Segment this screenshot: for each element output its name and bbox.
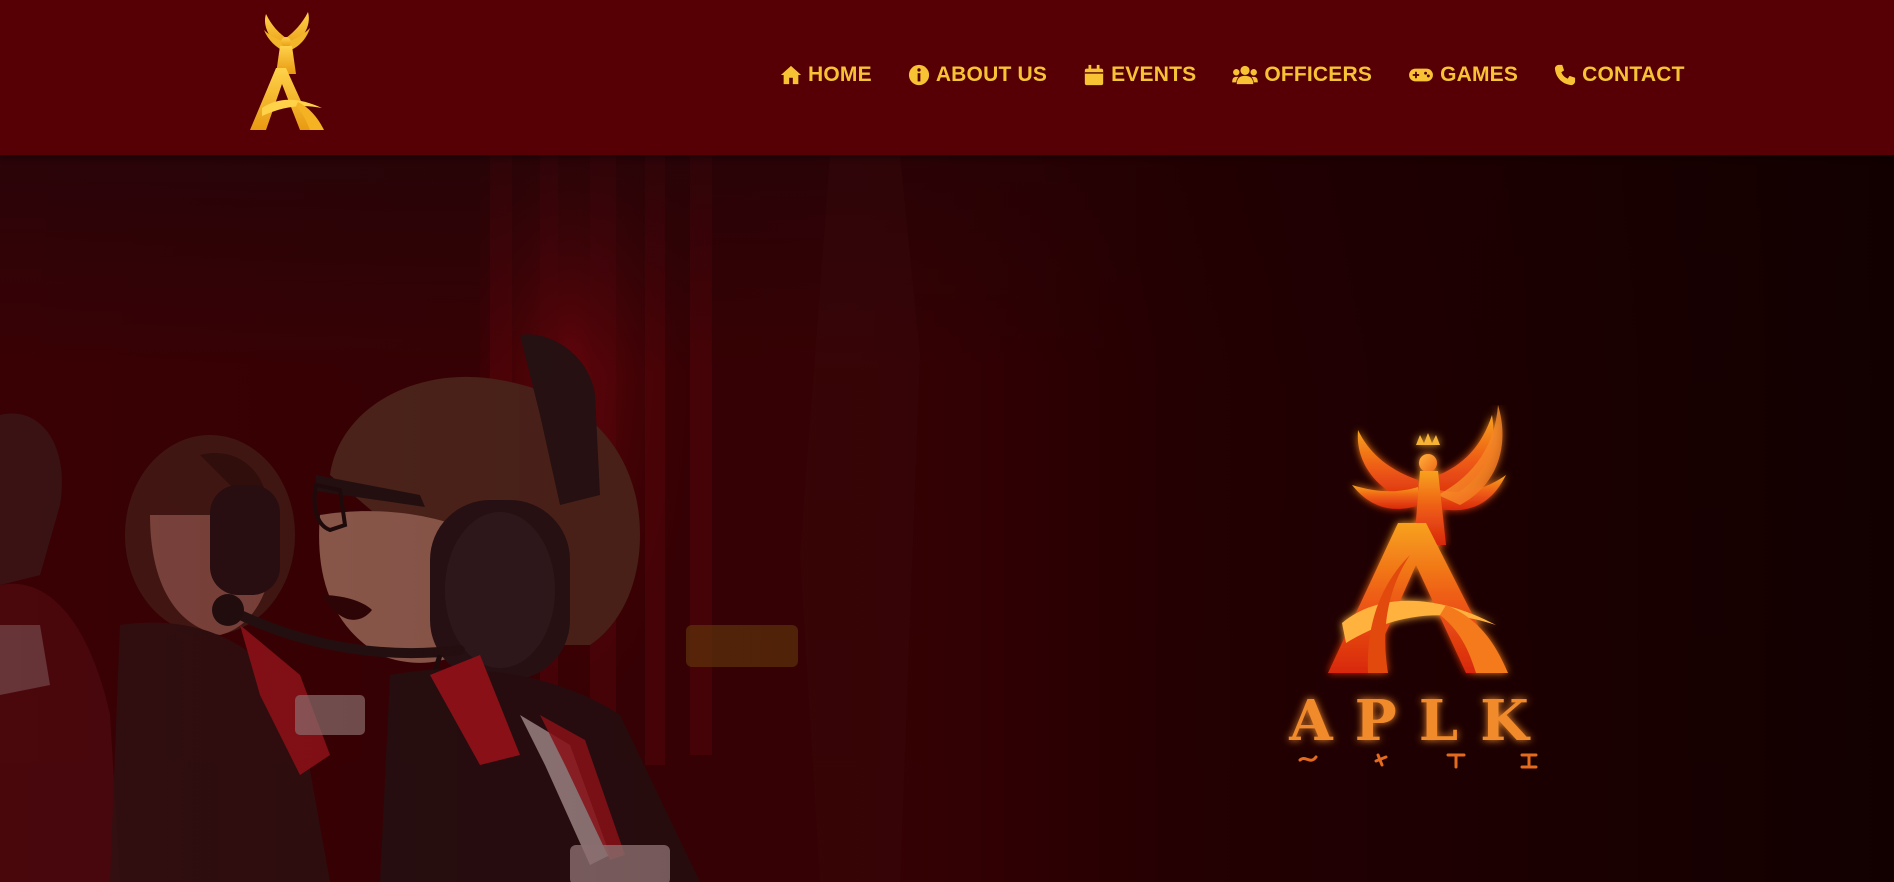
nav-officers[interactable]: OFFICERS	[1232, 63, 1372, 87]
nav-events-label: EVENTS	[1111, 63, 1197, 86]
gamepad-icon	[1409, 68, 1434, 82]
home-icon	[780, 65, 802, 85]
nav-home[interactable]: HOME	[780, 63, 872, 87]
hero-banner: APLK	[0, 155, 1894, 882]
nav-games[interactable]: GAMES	[1408, 63, 1518, 87]
info-icon	[908, 64, 929, 86]
nav-officers-label: OFFICERS	[1264, 63, 1373, 86]
users-icon	[1232, 65, 1259, 85]
nav-about-us-label: ABOUT US	[935, 63, 1048, 86]
phoenix-a-logo[interactable]	[240, 12, 332, 132]
calendar-icon	[1084, 64, 1104, 86]
phone-icon	[1555, 64, 1576, 86]
nav-about-us[interactable]: ABOUT US	[908, 63, 1047, 87]
emblem-script-marks	[1298, 753, 1538, 769]
phoenix-emblem: APLK	[1288, 405, 1551, 769]
nav-contact[interactable]: CONTACT	[1554, 63, 1685, 87]
nav-home-label: HOME	[808, 63, 872, 86]
esports-players-photo	[0, 155, 1894, 882]
nav-games-label: GAMES	[1440, 63, 1519, 86]
main-nav: HOME ABOUT US EVENTS OFFICERS GAMES CONT…	[780, 58, 1685, 92]
nav-events[interactable]: EVENTS	[1083, 63, 1196, 87]
site-header: HOME ABOUT US EVENTS OFFICERS GAMES CONT…	[0, 0, 1894, 155]
emblem-wordmark: APLK	[1288, 688, 1551, 754]
nav-contact-label: CONTACT	[1582, 63, 1685, 86]
